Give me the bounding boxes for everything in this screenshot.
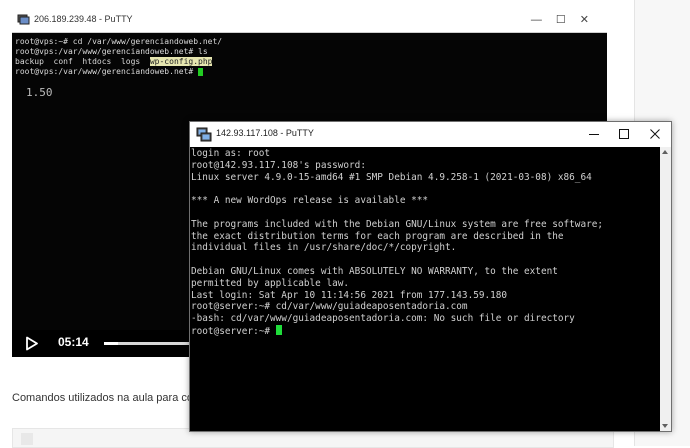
zoom-indicator: 1.50	[26, 86, 53, 99]
close-button[interactable]	[640, 122, 670, 147]
bg-cursor	[198, 67, 204, 76]
putty-icon	[196, 127, 212, 142]
putty-window[interactable]: 142.93.117.108 - PuTTY login as: root ro…	[189, 121, 672, 432]
video-time: 05:14	[58, 335, 89, 349]
terminal-line: The programs included with the Debian GN…	[191, 218, 604, 230]
maximize-icon	[619, 129, 629, 139]
background-window-title: 206.189.239.48 - PuTTY	[34, 14, 133, 24]
ls-highlight: wp-config.php	[149, 57, 213, 66]
scroll-down-icon[interactable]	[662, 424, 668, 428]
terminal-line: -bash: cd/var/www/guiadeaposentadoria.co…	[191, 313, 575, 325]
terminal-line: Last login: Sat Apr 10 11:14:56 2021 fro…	[191, 289, 508, 301]
putty-titlebar[interactable]: 142.93.117.108 - PuTTY	[190, 122, 671, 147]
terminal-line: root@server:~# cd/var/www/guiadeaposenta…	[191, 301, 468, 313]
bg-terminal-line: root@vps:/var/www/gerenciandoweb.net# ls	[15, 47, 208, 56]
background-terminal: root@vps:~# cd /var/www/gerenciandoweb.n…	[15, 37, 222, 77]
background-window-controls: —☐✕	[530, 14, 603, 26]
terminal-line: the exact distribution terms for each pr…	[191, 230, 564, 242]
terminal-line: permitted by applicable law.	[191, 277, 350, 289]
terminal-prompt: root@server:~#	[191, 325, 276, 337]
terminal-line: login as: root	[191, 148, 271, 159]
putty-icon	[17, 14, 30, 25]
video-progress-bar[interactable]	[104, 342, 194, 345]
close-icon	[650, 129, 660, 139]
bg-terminal-line: root@vps:~# cd /var/www/gerenciandoweb.n…	[15, 37, 223, 46]
terminal-prompt-line[interactable]: root@server:~#	[191, 324, 661, 337]
maximize-button[interactable]	[609, 122, 639, 147]
window-title: 142.93.117.108 - PuTTY	[216, 128, 314, 138]
bg-terminal-line: root@vps:/var/www/gerenciandoweb.net#	[15, 67, 222, 77]
bg-terminal-line: backup conf htdocs logs wp-config.php	[15, 57, 213, 66]
minimize-icon	[589, 134, 599, 135]
play-icon[interactable]	[25, 336, 39, 351]
terminal-output[interactable]: login as: root root@142.93.117.108's pas…	[190, 147, 661, 432]
terminal-line: Debian GNU/Linux comes with ABSOLUTELY N…	[191, 265, 558, 277]
terminal-line: *** A new WordOps release is available *…	[191, 195, 429, 207]
video-progress-fill	[104, 342, 119, 345]
terminal-line: Linux server 4.9.0-15-amd64 #1 SMP Debia…	[191, 171, 592, 183]
terminal-cursor	[275, 324, 282, 335]
code-box-icon	[21, 433, 33, 445]
scrollbar[interactable]	[660, 147, 671, 431]
article-caption: Comandos utilizados na aula para co	[12, 392, 194, 404]
terminal-line: individual files in /usr/share/doc/*/cop…	[191, 242, 457, 254]
terminal-line: root@142.93.117.108's password:	[191, 159, 366, 171]
minimize-button[interactable]	[579, 122, 609, 147]
scroll-up-icon[interactable]	[662, 150, 668, 154]
background-putty-titlebar: 206.189.239.48 - PuTTY —☐✕	[12, 10, 607, 33]
